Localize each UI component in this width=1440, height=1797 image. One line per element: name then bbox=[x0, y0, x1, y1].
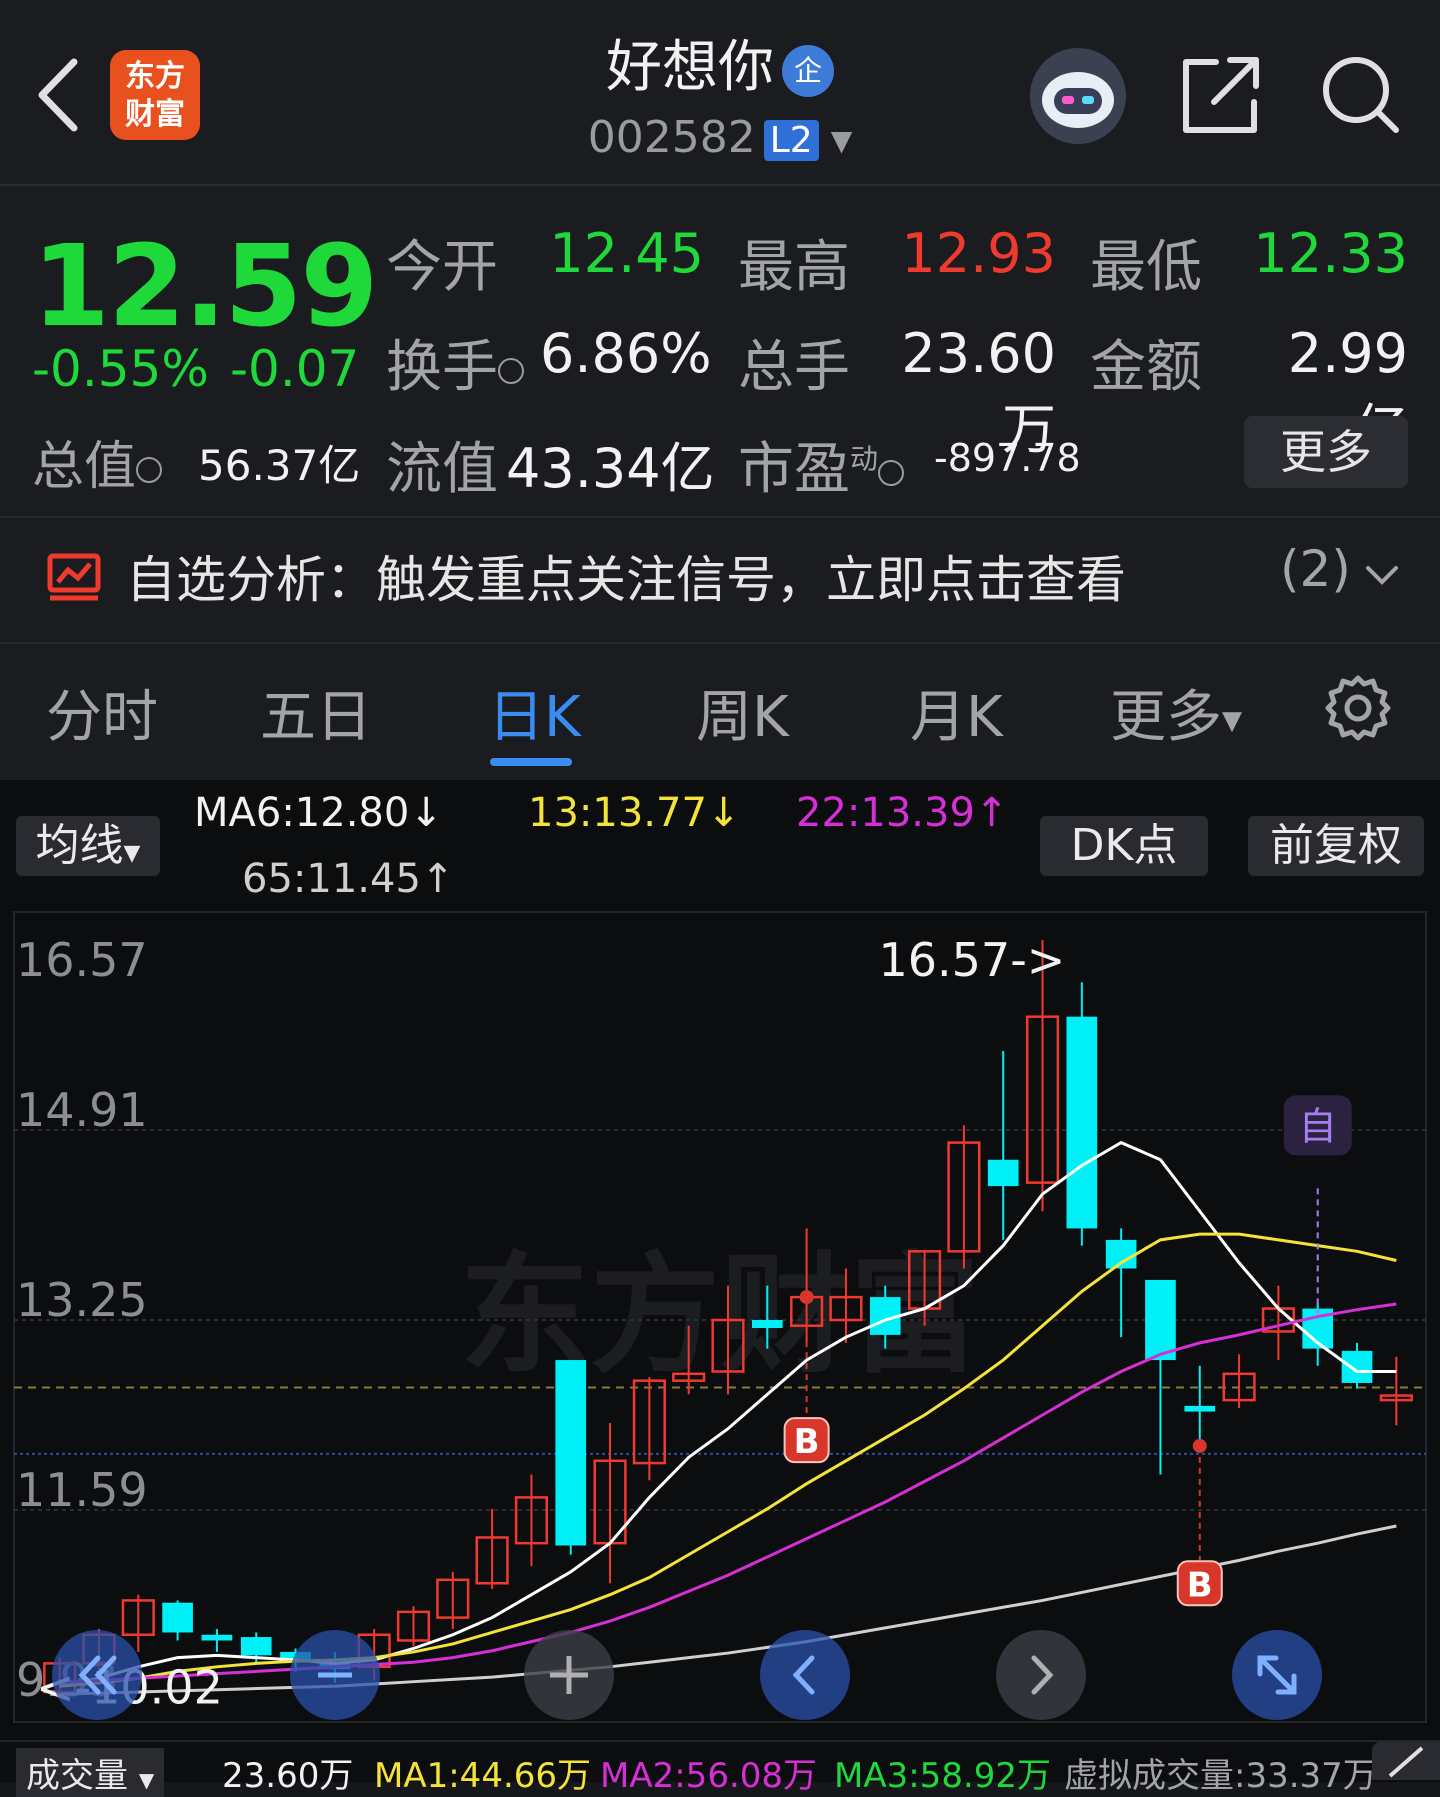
candle-body-down bbox=[201, 1634, 233, 1641]
buy-signal-label: B bbox=[794, 1422, 820, 1462]
analysis-text[interactable]: 自选分析：触发重点关注信号，立即点击查看 bbox=[126, 540, 1126, 612]
info-icon[interactable] bbox=[136, 457, 163, 483]
enterprise-badge: 企 bbox=[782, 44, 834, 97]
candle-body-down bbox=[1145, 1279, 1176, 1361]
candle-body-down bbox=[240, 1637, 272, 1656]
info-icon[interactable] bbox=[878, 459, 905, 486]
y-tick-label: 11.59 bbox=[16, 1463, 148, 1517]
candle-body-down bbox=[751, 1320, 783, 1329]
volume-select-label: 成交量 bbox=[26, 1756, 128, 1796]
volume-select[interactable]: 成交量 ▼ bbox=[16, 1748, 165, 1797]
low-label: 最低 bbox=[1090, 235, 1202, 300]
more-quote-button[interactable]: 更多 bbox=[1244, 416, 1408, 488]
candle-body-down bbox=[1341, 1350, 1373, 1383]
self-signal-label: 自 bbox=[1299, 1104, 1337, 1148]
turnover-label[interactable]: 换手 bbox=[386, 322, 524, 403]
dropdown-triangle-icon: ▼ bbox=[123, 841, 141, 866]
dropdown-triangle-icon: ▼ bbox=[1222, 705, 1242, 736]
ma65-readout: 65:11.45↑ bbox=[242, 856, 455, 902]
search-icon[interactable] bbox=[1318, 52, 1402, 136]
chart-analysis-icon bbox=[46, 552, 102, 602]
mcap-value: 56.37亿 bbox=[198, 441, 361, 490]
pe-value: -897.78 bbox=[934, 436, 1081, 480]
candle-body-down bbox=[1066, 1016, 1098, 1229]
dk-point-button[interactable]: DK点 bbox=[1040, 816, 1208, 876]
tab-weekly-k[interactable]: 周K bbox=[696, 672, 789, 753]
candle-body-down bbox=[1184, 1405, 1216, 1412]
level2-badge: L2 bbox=[763, 120, 819, 161]
y-tick-label: 14.91 bbox=[16, 1083, 148, 1137]
volume-ma3: MA3:58.92万 bbox=[834, 1756, 1052, 1796]
volume-label: 总手 bbox=[738, 335, 850, 400]
tab-intraday[interactable]: 分时 bbox=[46, 672, 158, 753]
ma-select[interactable]: 均线▼ bbox=[16, 816, 160, 876]
zoom-out-button[interactable] bbox=[290, 1630, 380, 1720]
ma-line-ma65 bbox=[59, 1524, 1397, 1696]
ma13-readout: 13:13.77↓ bbox=[528, 790, 741, 836]
fullscreen-button[interactable] bbox=[1232, 1630, 1322, 1720]
share-icon[interactable] bbox=[1180, 52, 1264, 136]
zoom-in-button[interactable] bbox=[524, 1630, 614, 1720]
assistant-robot-icon[interactable] bbox=[1030, 48, 1126, 144]
volume-total: 23.60万 bbox=[222, 1756, 354, 1796]
dropdown-triangle-icon[interactable]: ▼ bbox=[831, 124, 853, 157]
ma22-readout: 22:13.39↑ bbox=[796, 790, 1009, 836]
buy-signal-label: B bbox=[1187, 1565, 1213, 1605]
float-value: 43.34亿 bbox=[506, 437, 715, 500]
dropdown-triangle-icon: ▼ bbox=[138, 1768, 155, 1792]
high-value: 12.93 bbox=[901, 222, 1056, 285]
current-price: 12.59 bbox=[32, 222, 378, 352]
active-tab-underline bbox=[490, 758, 572, 766]
turnover-label-text: 换手 bbox=[386, 335, 498, 400]
ma-select-label: 均线 bbox=[35, 820, 124, 871]
high-annotation: 16.57-> bbox=[879, 933, 1066, 987]
pe-label-text: 市盈 bbox=[738, 437, 850, 502]
chevron-down-icon[interactable] bbox=[1364, 560, 1400, 590]
open-label: 今开 bbox=[386, 235, 498, 300]
stock-name: 好想你 bbox=[606, 35, 774, 100]
info-icon[interactable] bbox=[498, 357, 524, 384]
tab-more[interactable]: 更多▼ bbox=[1110, 672, 1242, 753]
analysis-count: (2) bbox=[1280, 540, 1351, 598]
amount-label: 金额 bbox=[1090, 335, 1202, 400]
jump-start-button[interactable] bbox=[52, 1630, 142, 1720]
candle-body-down bbox=[987, 1159, 1019, 1187]
turnover-value: 6.86% bbox=[540, 322, 712, 385]
candle-body-down bbox=[555, 1360, 587, 1546]
y-tick-label: 16.57 bbox=[16, 933, 148, 987]
mcap-label-text: 总值 bbox=[32, 437, 137, 497]
ma6-readout: MA6:12.80↓ bbox=[194, 790, 443, 836]
candle-body-down bbox=[162, 1602, 193, 1633]
pe-label[interactable]: 市盈动 bbox=[738, 424, 905, 505]
change-amount: -0.07 bbox=[230, 340, 360, 398]
change-percent: -0.55% bbox=[32, 340, 209, 398]
settings-icon[interactable] bbox=[1322, 672, 1394, 744]
collapse-button[interactable] bbox=[1372, 1742, 1440, 1780]
volume-ma1: MA1:44.66万 bbox=[374, 1756, 592, 1796]
float-label: 流值 bbox=[386, 437, 498, 502]
tab-monthly-k[interactable]: 月K bbox=[910, 672, 1003, 753]
mcap-label[interactable]: 总值 bbox=[32, 424, 163, 499]
next-button[interactable] bbox=[996, 1630, 1086, 1720]
tab-more-label: 更多 bbox=[1110, 685, 1222, 750]
tab-five-day[interactable]: 五日 bbox=[260, 672, 372, 753]
volume-ma2: MA2:56.08万 bbox=[600, 1756, 818, 1796]
tab-daily-k[interactable]: 日K bbox=[488, 672, 581, 753]
prev-button[interactable] bbox=[760, 1630, 850, 1720]
forward-adjust-button[interactable]: 前复权 bbox=[1248, 816, 1424, 876]
pe-dynamic-mark: 动 bbox=[850, 442, 879, 476]
low-value: 12.33 bbox=[1253, 222, 1408, 285]
candlestick-chart[interactable]: 东方财富 16.5714.9113.2511.599.93 16.57-><-1… bbox=[0, 900, 1440, 1740]
virtual-volume: 虚拟成交量:33.37万 bbox=[1064, 1756, 1377, 1796]
open-value: 12.45 bbox=[549, 222, 704, 285]
high-label: 最高 bbox=[738, 235, 850, 300]
y-tick-label: 13.25 bbox=[16, 1273, 148, 1327]
stock-code: 002582 bbox=[587, 112, 756, 163]
